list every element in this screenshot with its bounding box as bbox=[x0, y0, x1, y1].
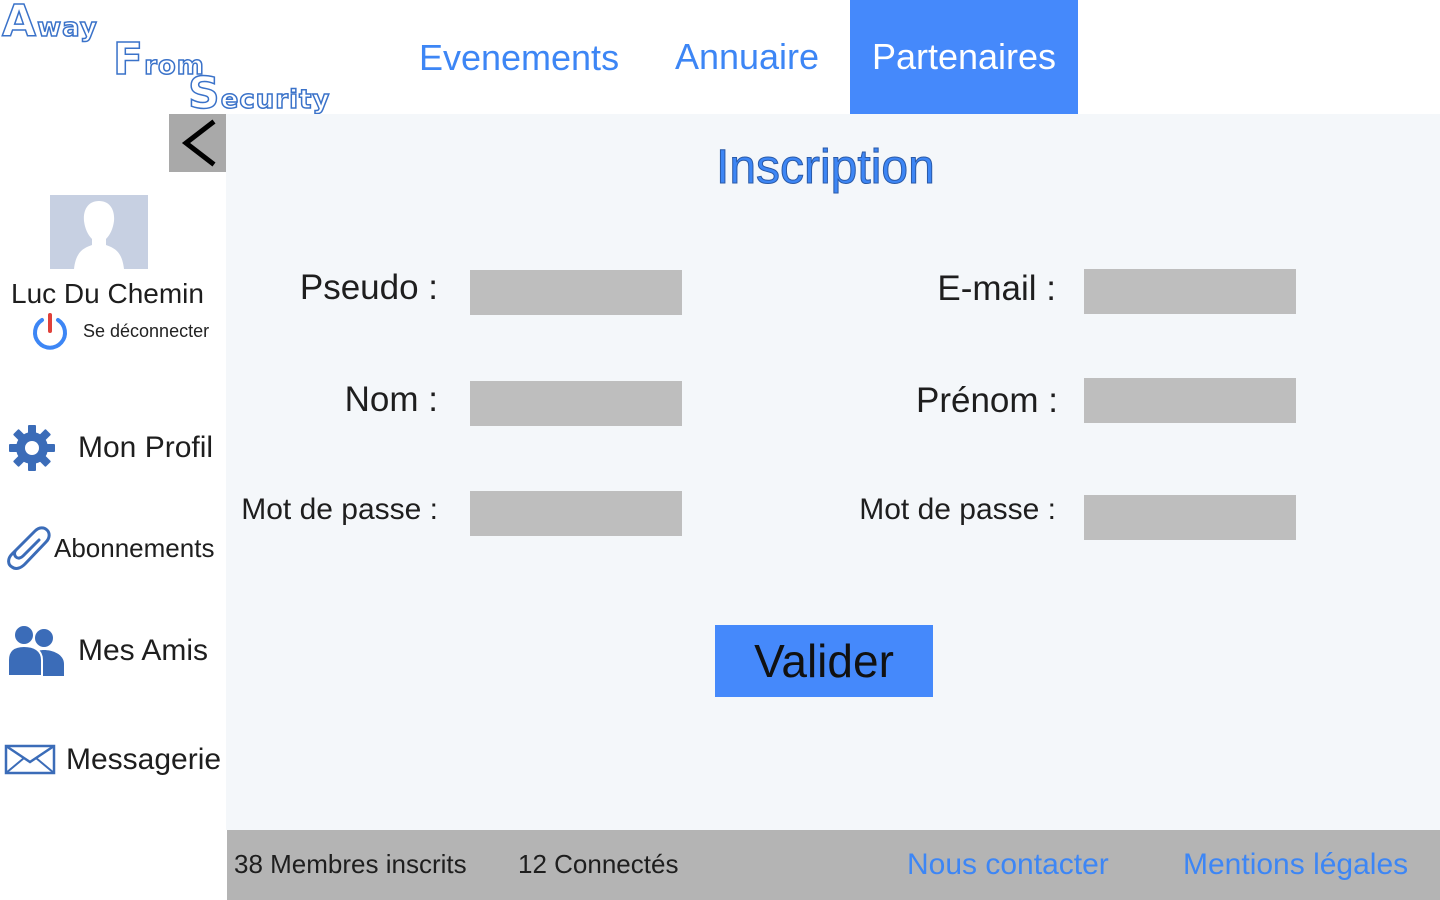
email-field[interactable] bbox=[1084, 269, 1296, 314]
nav-label: Evenements bbox=[418, 37, 620, 78]
power-icon bbox=[33, 313, 67, 350]
sidebar-item-messagerie[interactable]: Messagerie bbox=[4, 740, 221, 780]
nav-annuaire[interactable]: Annuaire bbox=[650, 0, 844, 114]
sidebar-item-label: Mes Amis bbox=[78, 634, 209, 667]
sidebar-item-mes-amis[interactable]: Mes Amis bbox=[4, 624, 208, 678]
nom-label: Nom : bbox=[344, 380, 438, 419]
user-silhouette-icon bbox=[50, 195, 148, 269]
gear-icon bbox=[9, 425, 55, 471]
nav-label: Partenaires bbox=[871, 36, 1057, 77]
avatar[interactable] bbox=[50, 195, 148, 269]
sidebar-item-mon-profil[interactable]: Mon Profil bbox=[4, 424, 213, 472]
paperclip-icon bbox=[7, 526, 51, 570]
friends-icon bbox=[7, 624, 64, 677]
logout-button[interactable]: Se déconnecter bbox=[31, 312, 209, 350]
contact-link[interactable]: Nous contacter bbox=[907, 848, 1109, 882]
pseudo-field[interactable] bbox=[470, 270, 682, 315]
prenom-label: Prénom : bbox=[916, 381, 1058, 420]
logout-label: Se déconnecter bbox=[83, 320, 210, 341]
password-label: Mot de passe : bbox=[241, 493, 438, 526]
collapse-sidebar-button[interactable] bbox=[169, 114, 226, 172]
password-confirm-label: Mot de passe : bbox=[859, 493, 1056, 526]
nom-field[interactable] bbox=[470, 381, 682, 426]
nav-label: Annuaire bbox=[674, 36, 820, 77]
sidebar-item-label: Mon Profil bbox=[78, 431, 214, 464]
validate-button[interactable]: Valider bbox=[715, 625, 933, 697]
envelope-icon bbox=[4, 744, 56, 775]
user-name: Luc Du Chemin bbox=[11, 278, 204, 309]
email-label: E-mail : bbox=[937, 269, 1056, 308]
page-title: Inscription bbox=[716, 141, 936, 195]
connected-count: 12 Connectés bbox=[518, 849, 679, 879]
password-confirm-field[interactable] bbox=[1084, 495, 1296, 540]
chevron-left-icon bbox=[181, 119, 216, 167]
members-count: 38 Membres inscrits bbox=[234, 849, 467, 879]
logo-line-security: Security bbox=[187, 67, 331, 120]
legal-link[interactable]: Mentions légales bbox=[1183, 848, 1408, 882]
nav-evenements[interactable]: Evenements bbox=[418, 0, 620, 114]
sidebar-item-abonnements[interactable]: Abonnements bbox=[4, 526, 214, 570]
main-content bbox=[226, 114, 1440, 830]
nav-partenaires[interactable]: Partenaires bbox=[850, 0, 1078, 114]
sidebar-item-label: Messagerie bbox=[66, 743, 222, 776]
prenom-field[interactable] bbox=[1084, 378, 1296, 423]
logo-line-away: Away bbox=[1, 0, 98, 48]
sidebar-item-label: Abonnements bbox=[54, 532, 215, 563]
password-field[interactable] bbox=[470, 491, 682, 536]
pseudo-label: Pseudo : bbox=[299, 268, 438, 307]
